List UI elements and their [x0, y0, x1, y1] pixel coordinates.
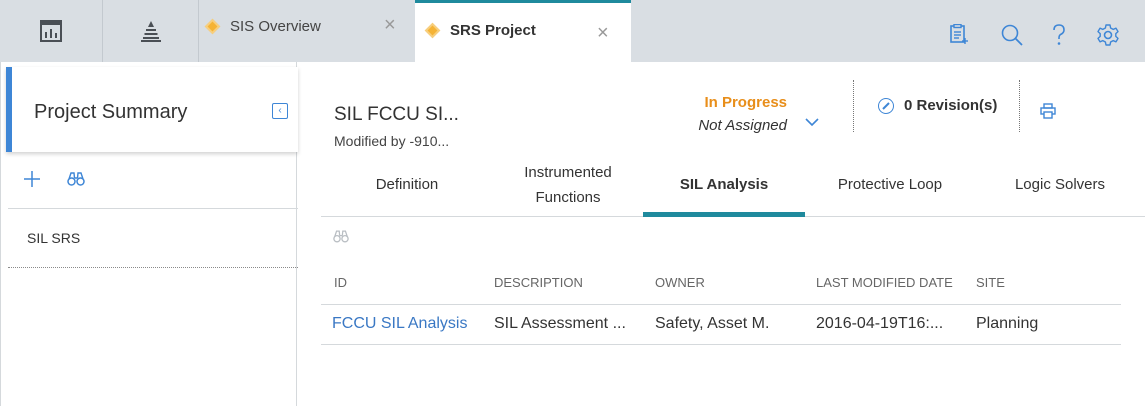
- edit-icon: [878, 97, 894, 114]
- record-subtitle: Modified by -910...: [334, 133, 450, 149]
- table-cell: 2016-04-19T16:...: [816, 315, 944, 332]
- collapse-panel-icon[interactable]: ‹: [272, 103, 288, 119]
- revisions-button[interactable]: 0 Revision(s): [878, 97, 997, 114]
- binoculars-icon[interactable]: [67, 172, 85, 186]
- binoculars-icon[interactable]: [333, 230, 349, 243]
- tab-logic-solvers[interactable]: Logic Solvers: [975, 154, 1145, 217]
- close-icon[interactable]: ×: [384, 14, 396, 37]
- dashboard-tab[interactable]: [0, 0, 103, 62]
- tab-definition[interactable]: Definition: [321, 154, 493, 217]
- top-tab-bar: SIS Overview × SRS Project ×: [0, 0, 1145, 62]
- close-icon[interactable]: ×: [597, 22, 609, 45]
- record-title: SIL FCCU SI...: [334, 104, 459, 125]
- table-cell: SIL Assessment ...: [494, 315, 626, 332]
- column-header[interactable]: SITE: [976, 275, 1005, 290]
- pyramid-tab[interactable]: [103, 0, 199, 62]
- state-assignment: Not Assigned: [698, 117, 787, 134]
- revisions-label: 0 Revision(s): [904, 97, 998, 114]
- tab-srs-project[interactable]: SRS Project ×: [415, 0, 631, 62]
- tab-label: Definition: [375, 176, 439, 194]
- search-icon[interactable]: [1001, 24, 1023, 46]
- column-header[interactable]: DESCRIPTION: [494, 275, 583, 290]
- record-tabs: Definition Instrumented Functions SIL An…: [321, 154, 1145, 217]
- tab-label: SIL Analysis: [679, 176, 769, 194]
- project-summary-header: Project Summary ‹: [6, 67, 298, 152]
- list-item[interactable]: SIL SRS: [8, 210, 298, 268]
- divider: [1019, 80, 1020, 132]
- diamond-icon: [204, 18, 221, 34]
- tab-sis-overview[interactable]: SIS Overview ×: [199, 0, 416, 62]
- tab-label: SRS Project: [450, 22, 536, 39]
- settings-icon[interactable]: [1097, 24, 1119, 46]
- tab-label: SIS Overview: [230, 17, 321, 35]
- tab-label: Logic Solvers: [1014, 176, 1106, 194]
- left-actions: [8, 154, 298, 209]
- tab-label: Protective Loop: [837, 176, 943, 194]
- id-link[interactable]: FCCU SIL Analysis: [332, 315, 467, 333]
- table-cell: Planning: [976, 315, 1039, 332]
- main-content: SIL FCCU SI... Modified by -910... In Pr…: [297, 62, 1145, 406]
- add-icon[interactable]: [24, 171, 40, 187]
- table-header: ID DESCRIPTION OWNER LAST MODIFIED DATE …: [321, 257, 1121, 305]
- column-header[interactable]: LAST MODIFIED DATE: [816, 275, 953, 290]
- help-icon[interactable]: [1052, 24, 1066, 46]
- tab-sil-analysis[interactable]: SIL Analysis: [643, 154, 805, 217]
- print-icon[interactable]: [1040, 103, 1056, 119]
- state-block: In Progress Not Assigned: [672, 94, 787, 134]
- tab-instrumented-functions[interactable]: Instrumented Functions: [493, 154, 643, 217]
- page-title: Project Summary: [34, 101, 188, 123]
- tab-label: Instrumented Functions: [524, 163, 612, 206]
- state-label: In Progress: [704, 94, 787, 111]
- dashboard-icon: [40, 20, 62, 42]
- notes-icon[interactable]: [950, 24, 968, 44]
- column-header[interactable]: ID: [334, 275, 347, 290]
- left-panel: Project Summary ‹ SIL SRS: [0, 62, 298, 406]
- pyramid-icon: [140, 21, 161, 42]
- list-item-label: SIL SRS: [27, 230, 81, 246]
- column-header[interactable]: OWNER: [655, 275, 705, 290]
- table-row: FCCU SIL Analysis SIL Assessment ... Saf…: [321, 305, 1121, 345]
- table-cell: Safety, Asset M.: [655, 315, 770, 332]
- chevron-down-icon[interactable]: [805, 118, 819, 127]
- diamond-icon: [424, 22, 441, 39]
- tab-protective-loop[interactable]: Protective Loop: [805, 154, 975, 217]
- divider: [853, 80, 854, 132]
